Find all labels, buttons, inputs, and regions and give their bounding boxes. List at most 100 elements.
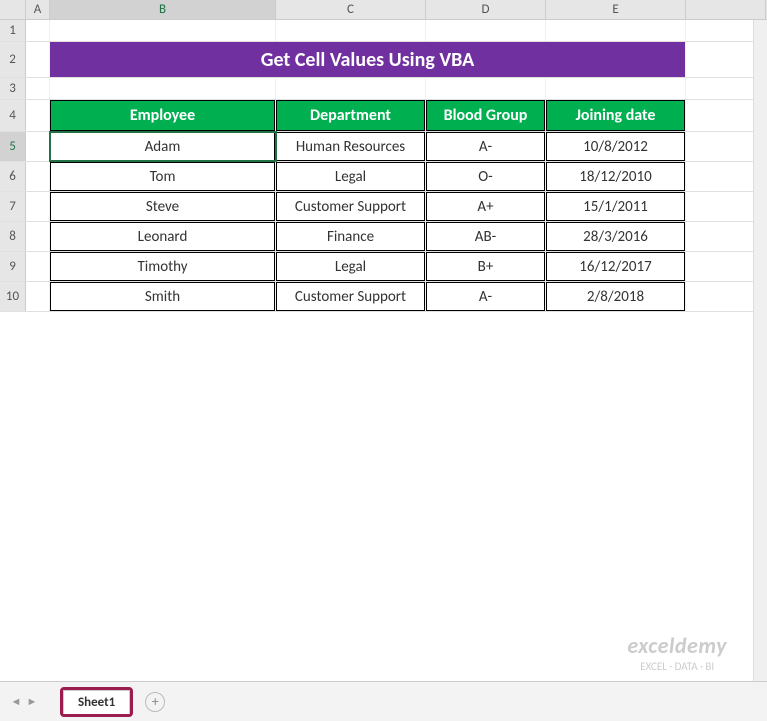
cell-C10[interactable]: Customer Support bbox=[276, 282, 426, 311]
cell-C7[interactable]: Customer Support bbox=[276, 192, 426, 221]
cell-A1[interactable] bbox=[26, 20, 50, 41]
title-cell[interactable]: Get Cell Values Using VBA bbox=[50, 42, 686, 77]
cell-C3[interactable] bbox=[276, 78, 426, 99]
header-joining: Joining date bbox=[546, 100, 685, 131]
cell-A3[interactable] bbox=[26, 78, 50, 99]
data-joining-4: 16/12/2017 bbox=[546, 252, 685, 281]
cell-D5[interactable]: A- bbox=[426, 132, 546, 161]
cell-B10[interactable]: Smith bbox=[50, 282, 276, 311]
col-header-A[interactable]: A bbox=[26, 0, 50, 19]
active-tab-highlight: Sheet1 bbox=[60, 687, 133, 717]
cell-B9[interactable]: Timothy bbox=[50, 252, 276, 281]
title-text: Get Cell Values Using VBA bbox=[50, 42, 685, 77]
vertical-scrollbar[interactable] bbox=[753, 20, 767, 681]
cell-A5[interactable] bbox=[26, 132, 50, 161]
cell-A6[interactable] bbox=[26, 162, 50, 191]
row-4: 4 Employee Department Blood Group Joinin… bbox=[0, 100, 767, 132]
cell-D3[interactable] bbox=[426, 78, 546, 99]
cell-B5[interactable]: Adam bbox=[50, 132, 276, 161]
row-1: 1 bbox=[0, 20, 767, 42]
row-header-3[interactable]: 3 bbox=[0, 78, 26, 99]
cell-C6[interactable]: Legal bbox=[276, 162, 426, 191]
col-header-blank[interactable] bbox=[686, 0, 766, 19]
row-header-10[interactable]: 10 bbox=[0, 282, 26, 311]
cell-A8[interactable] bbox=[26, 222, 50, 251]
data-employee-0: Adam bbox=[50, 132, 275, 161]
cell-D4[interactable]: Blood Group bbox=[426, 100, 546, 131]
row-3: 3 bbox=[0, 78, 767, 100]
data-blood-4: B+ bbox=[426, 252, 545, 281]
cell-C5[interactable]: Human Resources bbox=[276, 132, 426, 161]
data-employee-2: Steve bbox=[50, 192, 275, 221]
cell-B3[interactable] bbox=[50, 78, 276, 99]
cell-D6[interactable]: O- bbox=[426, 162, 546, 191]
cell-A7[interactable] bbox=[26, 192, 50, 221]
row-7: 7 Steve Customer Support A+ 15/1/2011 bbox=[0, 192, 767, 222]
cell-E8[interactable]: 28/3/2016 bbox=[546, 222, 686, 251]
data-blood-2: A+ bbox=[426, 192, 545, 221]
row-6: 6 Tom Legal O- 18/12/2010 bbox=[0, 162, 767, 192]
row-header-1[interactable]: 1 bbox=[0, 20, 26, 41]
data-joining-2: 15/1/2011 bbox=[546, 192, 685, 221]
cell-E9[interactable]: 16/12/2017 bbox=[546, 252, 686, 281]
row-header-2[interactable]: 2 bbox=[0, 42, 26, 77]
data-department-3: Finance bbox=[276, 222, 425, 251]
data-department-0: Human Resources bbox=[276, 132, 425, 161]
cell-C4[interactable]: Department bbox=[276, 100, 426, 131]
header-blood: Blood Group bbox=[426, 100, 545, 131]
spreadsheet-grid: A B C D E 1 2 Get Cell Values Using VBA … bbox=[0, 0, 767, 681]
cell-E5[interactable]: 10/8/2012 bbox=[546, 132, 686, 161]
tab-nav-next-icon[interactable]: ► bbox=[24, 695, 40, 708]
cell-A4[interactable] bbox=[26, 100, 50, 131]
cell-A9[interactable] bbox=[26, 252, 50, 281]
cell-A10[interactable] bbox=[26, 282, 50, 311]
cell-D8[interactable]: AB- bbox=[426, 222, 546, 251]
column-headers: A B C D E bbox=[0, 0, 767, 20]
cell-E10[interactable]: 2/8/2018 bbox=[546, 282, 686, 311]
cell-C1[interactable] bbox=[276, 20, 426, 41]
cell-C9[interactable]: Legal bbox=[276, 252, 426, 281]
cell-D9[interactable]: B+ bbox=[426, 252, 546, 281]
cell-E3[interactable] bbox=[546, 78, 686, 99]
sheet-tab[interactable]: Sheet1 bbox=[63, 690, 130, 714]
data-joining-1: 18/12/2010 bbox=[546, 162, 685, 191]
data-department-4: Legal bbox=[276, 252, 425, 281]
cell-E6[interactable]: 18/12/2010 bbox=[546, 162, 686, 191]
cell-B6[interactable]: Tom bbox=[50, 162, 276, 191]
header-employee: Employee bbox=[50, 100, 275, 131]
data-blood-5: A- bbox=[426, 282, 545, 311]
row-header-9[interactable]: 9 bbox=[0, 252, 26, 281]
row-header-7[interactable]: 7 bbox=[0, 192, 26, 221]
cell-E1[interactable] bbox=[546, 20, 686, 41]
cell-B8[interactable]: Leonard bbox=[50, 222, 276, 251]
cell-A2[interactable] bbox=[26, 42, 50, 77]
cell-B1[interactable] bbox=[50, 20, 276, 41]
tab-nav-prev-icon[interactable]: ◄ bbox=[8, 695, 24, 708]
header-department: Department bbox=[276, 100, 425, 131]
cell-E4[interactable]: Joining date bbox=[546, 100, 686, 131]
cell-C8[interactable]: Finance bbox=[276, 222, 426, 251]
data-joining-5: 2/8/2018 bbox=[546, 282, 685, 311]
plus-icon: + bbox=[152, 693, 159, 710]
row-header-8[interactable]: 8 bbox=[0, 222, 26, 251]
data-employee-4: Timothy bbox=[50, 252, 275, 281]
cell-D10[interactable]: A- bbox=[426, 282, 546, 311]
select-all-corner[interactable] bbox=[0, 0, 26, 19]
cell-D1[interactable] bbox=[426, 20, 546, 41]
col-header-D[interactable]: D bbox=[426, 0, 546, 19]
add-sheet-button[interactable]: + bbox=[145, 692, 165, 712]
data-blood-1: O- bbox=[426, 162, 545, 191]
row-8: 8 Leonard Finance AB- 28/3/2016 bbox=[0, 222, 767, 252]
row-header-5[interactable]: 5 bbox=[0, 132, 26, 161]
cell-B7[interactable]: Steve bbox=[50, 192, 276, 221]
sheet-tab-bar: ◄ ► Sheet1 + bbox=[0, 681, 767, 721]
row-header-6[interactable]: 6 bbox=[0, 162, 26, 191]
col-header-B[interactable]: B bbox=[50, 0, 276, 19]
cell-D7[interactable]: A+ bbox=[426, 192, 546, 221]
row-header-4[interactable]: 4 bbox=[0, 100, 26, 131]
cell-B4[interactable]: Employee bbox=[50, 100, 276, 131]
col-header-E[interactable]: E bbox=[546, 0, 686, 19]
cell-E7[interactable]: 15/1/2011 bbox=[546, 192, 686, 221]
data-joining-3: 28/3/2016 bbox=[546, 222, 685, 251]
col-header-C[interactable]: C bbox=[276, 0, 426, 19]
